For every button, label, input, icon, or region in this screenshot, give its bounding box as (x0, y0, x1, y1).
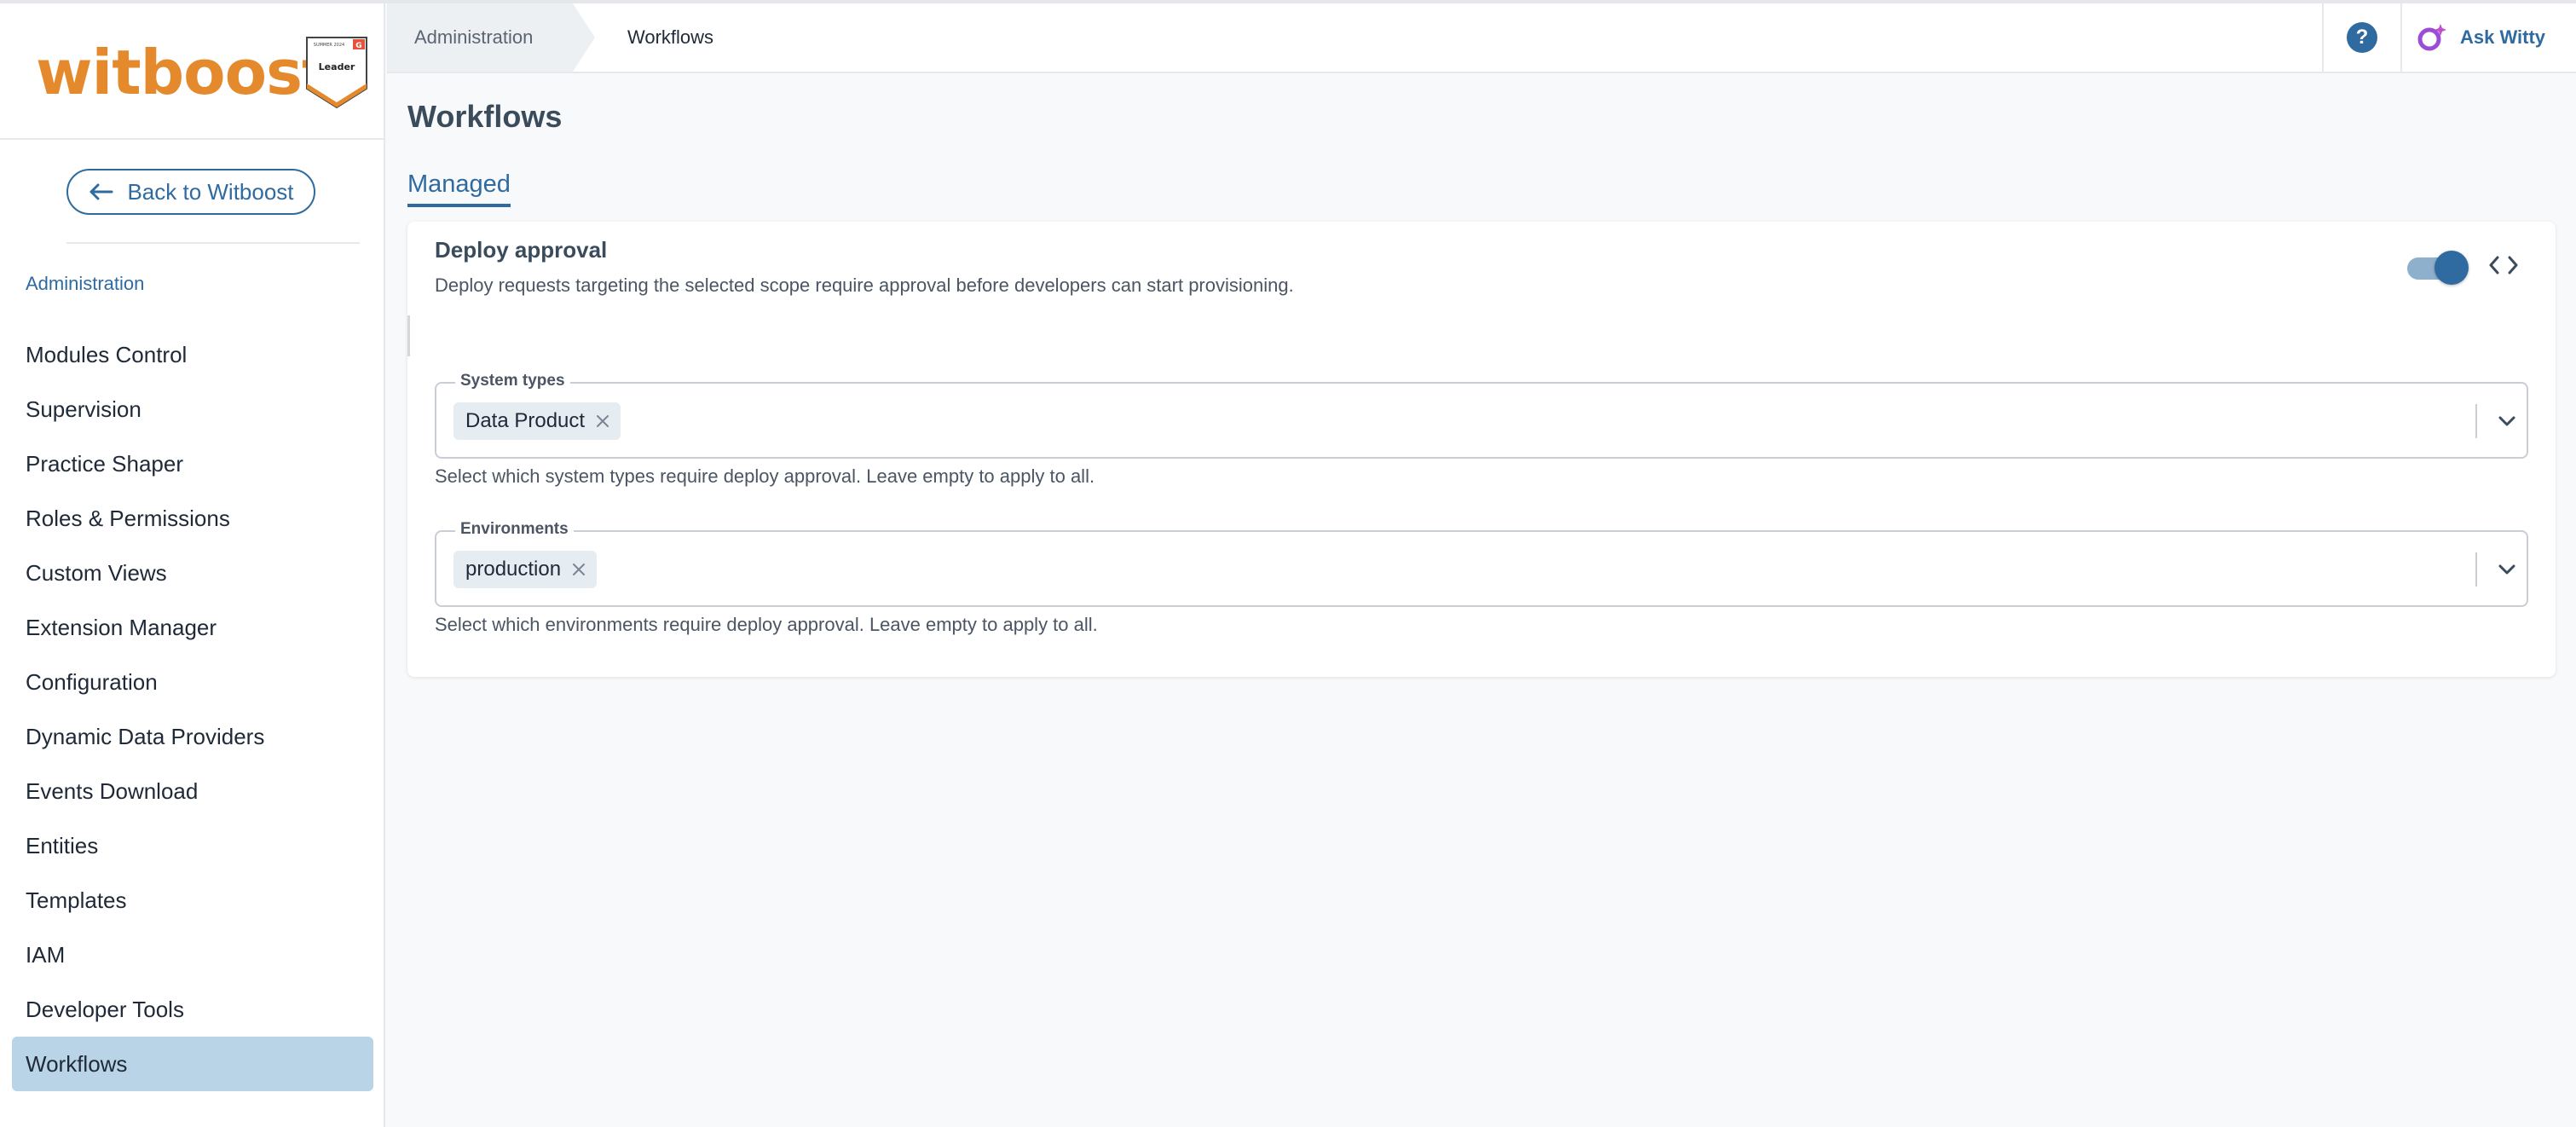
sidebar-nav: Modules Control Supervision Practice Sha… (12, 327, 373, 1091)
ask-witty-label: Ask Witty (2460, 26, 2546, 48)
help-area: ? (2322, 3, 2402, 72)
sidebar: witboost G SUMMER 2024 Leader Back to Wi… (0, 3, 385, 1127)
badge-season: SUMMER 2024 (314, 43, 344, 48)
field-separator (2475, 552, 2477, 587)
sidebar-item-roles-permissions[interactable]: Roles & Permissions (12, 491, 373, 546)
chip-label: production (465, 558, 562, 581)
deploy-approval-card: Deploy approval Deploy requests targetin… (407, 222, 2556, 677)
system-types-select[interactable]: System types Data Product (435, 372, 2528, 459)
top-bar: Administration Workflows ? Ask Witty (387, 3, 2576, 73)
field-separator (2475, 404, 2477, 438)
sidebar-item-workflows[interactable]: Workflows (12, 1037, 373, 1091)
card-description: Deploy requests targeting the selected s… (435, 275, 1294, 296)
sidebar-item-dynamic-data-providers[interactable]: Dynamic Data Providers (12, 709, 373, 764)
sidebar-item-events-download[interactable]: Events Download (12, 764, 373, 818)
logo-area: witboost G SUMMER 2024 Leader (0, 3, 384, 140)
chip-label: Data Product (465, 409, 586, 432)
sidebar-item-configuration[interactable]: Configuration (12, 655, 373, 709)
sidebar-item-templates[interactable]: Templates (12, 873, 373, 928)
breadcrumb-current: Workflows (627, 26, 714, 48)
close-icon[interactable] (571, 562, 586, 577)
card-title: Deploy approval (435, 237, 608, 263)
sidebar-item-developer-tools[interactable]: Developer Tools (12, 982, 373, 1037)
sidebar-item-modules-control[interactable]: Modules Control (12, 327, 373, 382)
card-left-marker (407, 315, 410, 356)
sidebar-item-practice-shaper[interactable]: Practice Shaper (12, 436, 373, 491)
sidebar-item-custom-views[interactable]: Custom Views (12, 546, 373, 600)
chevron-down-icon[interactable] (2494, 558, 2520, 581)
badge-g-mark: G (355, 42, 361, 50)
sidebar-section-label: Administration (26, 273, 145, 294)
witty-sparkle-icon (2417, 24, 2446, 51)
g2-leader-badge-icon: G SUMMER 2024 Leader (306, 37, 367, 109)
sidebar-item-supervision[interactable]: Supervision (12, 382, 373, 436)
deploy-approval-toggle[interactable] (2404, 249, 2470, 286)
environments-helper: Select which environments require deploy… (435, 614, 1098, 635)
close-icon[interactable] (595, 413, 610, 429)
system-types-label: System types (455, 372, 570, 390)
toggle-thumb (2434, 251, 2469, 285)
chip-production[interactable]: production (453, 551, 598, 588)
sidebar-divider (66, 242, 360, 244)
sidebar-item-extension-manager[interactable]: Extension Manager (12, 600, 373, 655)
ask-witty-button[interactable]: Ask Witty (2416, 3, 2545, 72)
badge-label: Leader (319, 61, 355, 72)
help-circle-icon[interactable]: ? (2347, 22, 2377, 53)
back-to-witboost-button[interactable]: Back to Witboost (66, 169, 315, 215)
witboost-logo: witboost (36, 37, 331, 108)
page-title: Workflows (407, 99, 563, 134)
sidebar-item-entities[interactable]: Entities (12, 818, 373, 873)
sidebar-item-iam[interactable]: IAM (12, 928, 373, 982)
chevron-down-icon[interactable] (2494, 409, 2520, 433)
environments-select[interactable]: Environments production (435, 520, 2528, 607)
arrow-left-icon (90, 183, 113, 200)
breadcrumb-administration[interactable]: Administration (387, 3, 595, 72)
system-types-helper: Select which system types require deploy… (435, 465, 1095, 487)
environments-label: Environments (455, 520, 574, 539)
back-button-label: Back to Witboost (127, 178, 294, 205)
chip-data-product[interactable]: Data Product (453, 402, 621, 440)
code-icon[interactable] (2487, 252, 2520, 278)
tab-managed[interactable]: Managed (407, 170, 511, 207)
